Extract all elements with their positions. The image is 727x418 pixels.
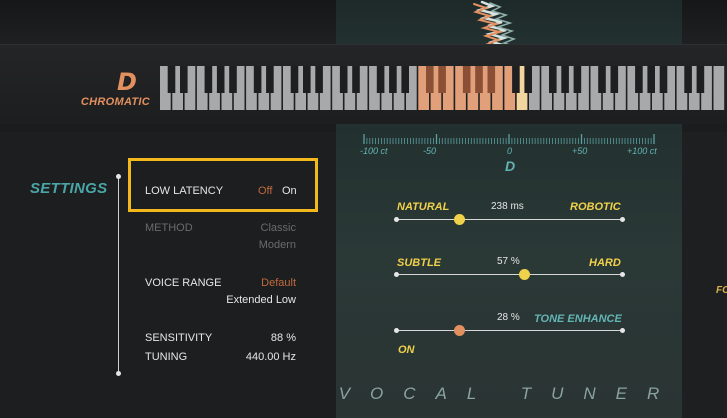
black-key[interactable]	[684, 66, 692, 93]
cent-deviation-scale	[363, 134, 655, 144]
black-key[interactable]	[401, 66, 409, 93]
formant-value: 28 %	[497, 312, 520, 323]
black-key[interactable]	[610, 66, 619, 93]
white-key[interactable]	[713, 66, 725, 110]
formant-slider-track[interactable]	[396, 330, 622, 331]
piano-keyboard[interactable]	[160, 66, 727, 110]
settings-title: SETTINGS	[30, 180, 108, 197]
black-key[interactable]	[561, 66, 569, 93]
humanize-slider-end	[620, 272, 625, 277]
speed-slider-end	[620, 217, 625, 222]
tuning-label: TUNING	[145, 351, 188, 363]
cent-label-plus-100: +100 ct	[627, 146, 657, 156]
sensitivity-label: SENSITIVITY	[145, 332, 213, 344]
black-key[interactable]	[647, 66, 655, 93]
speed-slider-start	[394, 217, 399, 222]
cent-label-zero: 0	[507, 146, 513, 156]
black-key[interactable]	[167, 66, 176, 93]
black-key[interactable]	[438, 66, 446, 93]
black-key[interactable]	[524, 66, 532, 93]
black-key[interactable]	[598, 66, 606, 93]
cent-label-minus-100: -100 ct	[360, 146, 388, 156]
speed-left-label: NATURAL	[397, 201, 450, 213]
black-key[interactable]	[549, 66, 557, 93]
black-key[interactable]	[315, 66, 323, 93]
voice-range-label: VOICE RANGE	[145, 277, 222, 289]
black-key[interactable]	[389, 66, 397, 93]
voice-range-extended-low-option[interactable]: Extended Low	[206, 294, 296, 306]
speed-right-label: ROBOTIC	[570, 201, 621, 213]
speed-slider-track[interactable]	[396, 219, 622, 220]
speed-value: 238 ms	[491, 201, 524, 212]
low-latency-label: LOW LATENCY	[145, 185, 224, 197]
black-key[interactable]	[573, 66, 582, 93]
formant-on-toggle[interactable]: ON	[398, 344, 415, 356]
plugin-name: VOCAL TUNER	[338, 384, 680, 403]
black-key[interactable]	[512, 66, 520, 93]
divider-bottom-dot	[116, 371, 121, 376]
divider-top-dot	[116, 174, 121, 179]
sensitivity-value[interactable]: 88 %	[246, 332, 296, 344]
black-key[interactable]	[290, 66, 299, 93]
scale-name-display[interactable]: CHROMATIC	[50, 96, 150, 108]
humanize-left-label: SUBTLE	[397, 257, 441, 269]
humanize-slider-start	[394, 272, 399, 277]
voice-range-default-option[interactable]: Default	[236, 277, 296, 289]
right-panel-edge	[682, 132, 727, 418]
root-note-display[interactable]: D	[92, 68, 162, 96]
cent-label-minus-50: -50	[423, 146, 437, 156]
black-key[interactable]	[266, 66, 274, 93]
speed-slider-knob[interactable]	[453, 214, 465, 225]
black-key[interactable]	[487, 66, 496, 93]
settings-divider-line	[118, 176, 119, 373]
humanize-slider-track[interactable]	[396, 274, 622, 275]
right-panel-label: FO	[716, 285, 727, 296]
tuning-value[interactable]: 440.00 Hz	[226, 351, 296, 363]
black-key[interactable]	[659, 66, 668, 93]
black-key[interactable]	[635, 66, 643, 93]
low-latency-off-option[interactable]: Off	[258, 185, 272, 197]
method-modern-option[interactable]: Modern	[246, 239, 296, 251]
tone-enhance-label: TONE ENHANCE	[534, 313, 622, 325]
method-classic-option[interactable]: Classic	[246, 222, 296, 234]
black-key[interactable]	[303, 66, 311, 93]
black-key[interactable]	[180, 66, 188, 93]
formant-slider-knob[interactable]	[453, 325, 465, 336]
black-key[interactable]	[204, 66, 213, 93]
formant-slider-start	[394, 328, 399, 333]
humanize-value: 57 %	[497, 256, 520, 267]
black-key[interactable]	[426, 66, 434, 93]
black-key[interactable]	[253, 66, 262, 93]
black-key[interactable]	[229, 66, 237, 93]
black-key[interactable]	[696, 66, 705, 93]
formant-slider-end	[620, 328, 625, 333]
detected-note: D	[504, 158, 516, 174]
top-bar	[0, 0, 727, 44]
cent-label-plus-50: +50	[572, 146, 588, 156]
black-key[interactable]	[462, 66, 471, 93]
black-key[interactable]	[376, 66, 385, 93]
black-key[interactable]	[475, 66, 483, 93]
method-label: METHOD	[145, 222, 193, 234]
black-key[interactable]	[339, 66, 348, 93]
humanize-right-label: HARD	[589, 257, 621, 269]
black-key[interactable]	[216, 66, 225, 93]
black-key[interactable]	[352, 66, 360, 93]
low-latency-on-option[interactable]: On	[282, 185, 297, 197]
